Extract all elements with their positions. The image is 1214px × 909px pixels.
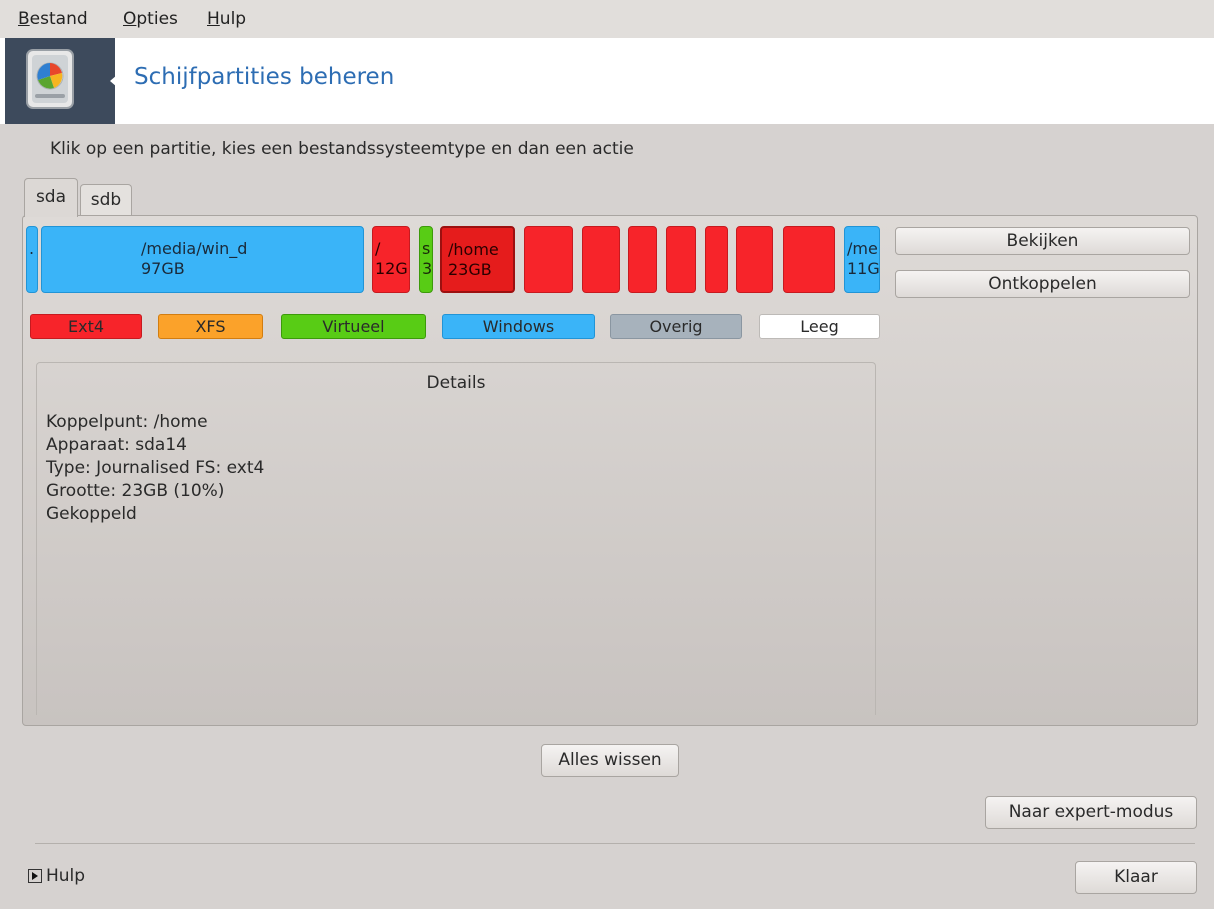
- legend-ext4: Ext4: [30, 314, 142, 339]
- detail-device: Apparaat: sda14: [46, 435, 187, 455]
- partition-home-selected[interactable]: /home 23GB: [440, 226, 515, 293]
- tab-sdb[interactable]: sdb: [80, 184, 132, 216]
- legend-virtueel: Virtueel: [281, 314, 426, 339]
- partition-win-d[interactable]: /media/win_d 97GB: [41, 226, 364, 293]
- instruction-text: Klik op een partitie, kies een bestandss…: [50, 139, 634, 159]
- menu-bar: Bestand Opties Hulp: [0, 0, 1214, 38]
- details-title: Details: [426, 373, 486, 393]
- header-banner: Schijfpartities beheren: [0, 38, 1214, 124]
- legend-leeg: Leeg: [759, 314, 880, 339]
- legend-xfs: XFS: [158, 314, 263, 339]
- help-label: Hulp: [46, 866, 86, 886]
- partition-ext4[interactable]: [628, 226, 657, 293]
- partition-ext4[interactable]: [666, 226, 696, 293]
- menu-hulp[interactable]: Hulp: [207, 9, 246, 29]
- expander-icon: [28, 869, 42, 883]
- detail-size: Grootte: 23GB (10%): [46, 481, 225, 501]
- clear-all-button[interactable]: Alles wissen: [541, 744, 679, 777]
- partition-ext4[interactable]: [783, 226, 835, 293]
- legend-windows: Windows: [442, 314, 595, 339]
- separator: [35, 843, 1195, 844]
- done-button[interactable]: Klaar: [1075, 861, 1197, 894]
- partition-ext4[interactable]: [736, 226, 773, 293]
- page-title: Schijfpartities beheren: [134, 64, 395, 90]
- partition-root[interactable]: /12G: [372, 226, 410, 293]
- detail-status: Gekoppeld: [46, 504, 137, 524]
- legend-overig: Overig: [610, 314, 742, 339]
- details-text: Koppelpunt: /home Apparaat: sda14 Type: …: [46, 411, 264, 526]
- menu-bestand[interactable]: Bestand: [18, 9, 88, 29]
- partition-ext4[interactable]: [705, 226, 728, 293]
- details-frame: Details Koppelpunt: /home Apparaat: sda1…: [36, 362, 876, 715]
- view-button[interactable]: Bekijken: [895, 227, 1190, 255]
- help-toggle[interactable]: Hulp: [28, 866, 85, 886]
- partition-swap[interactable]: s3: [419, 226, 433, 293]
- unmount-button[interactable]: Ontkoppelen: [895, 270, 1190, 298]
- partition-ext4[interactable]: [524, 226, 573, 293]
- detail-mountpoint: Koppelpunt: /home: [46, 412, 208, 432]
- banner-icon-area: [5, 38, 115, 124]
- expert-mode-button[interactable]: Naar expert-modus: [985, 796, 1197, 829]
- menu-opties[interactable]: Opties: [123, 9, 178, 29]
- banner-notch: [110, 69, 124, 93]
- detail-type: Type: Journalised FS: ext4: [46, 458, 265, 478]
- partition-ext4[interactable]: [582, 226, 620, 293]
- partition-media-last[interactable]: /me 11G: [844, 226, 880, 293]
- harddisk-icon: [26, 49, 74, 109]
- partition-sda1[interactable]: .: [26, 226, 38, 293]
- tab-sda[interactable]: sda: [24, 178, 78, 217]
